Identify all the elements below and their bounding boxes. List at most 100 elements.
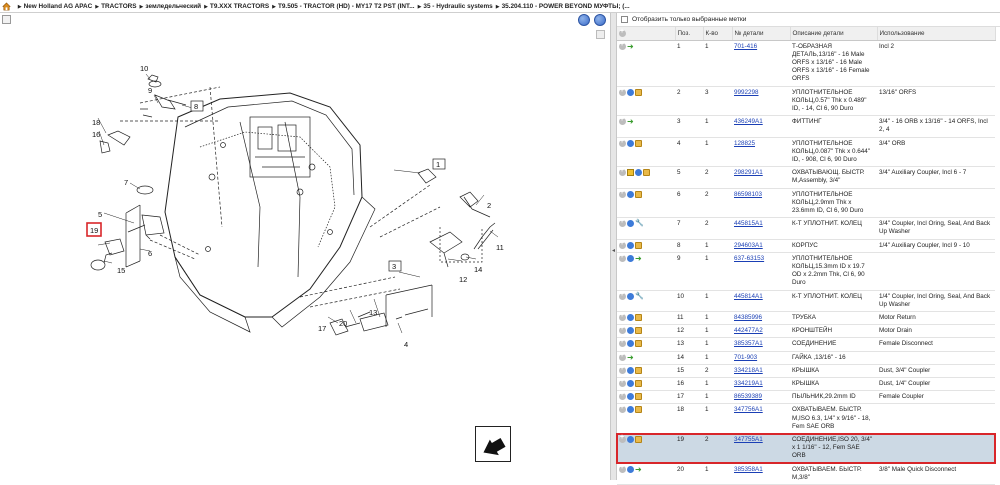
callout-7[interactable]: 7	[124, 178, 128, 187]
package-icon[interactable]	[635, 190, 642, 198]
breadcrumb-item[interactable]: New Holland AG APAC	[24, 3, 93, 10]
table-row[interactable]: 8 1 294603A1 КОРПУС 1/4" Auxiliary Coupler, …	[617, 239, 995, 253]
prev-page-icon[interactable]	[578, 14, 590, 26]
table-row[interactable]: 16 1 334219A1 КРЫШКА Dust, 1/4" Coupler	[617, 377, 995, 392]
substitute-arrow-icon[interactable]: ➜	[635, 254, 643, 262]
table-row[interactable]: 17 1 86539389 ПЫЛЬНИК,29.2mm ID Female Coupl…	[617, 390, 995, 405]
part-number-link[interactable]: 334218A1	[734, 367, 763, 374]
callout-12[interactable]: 12	[459, 275, 467, 284]
expand-icon[interactable]	[619, 167, 626, 177]
package-icon[interactable]	[635, 340, 642, 348]
package-icon[interactable]	[643, 169, 650, 177]
expand-icon[interactable]	[619, 189, 626, 198]
expand-icon[interactable]	[619, 464, 626, 473]
table-row[interactable]: 19 2 347755A1 СОЕДИНЕНИЕ,ISO 20, 3/4" x 1 1…	[616, 432, 996, 465]
part-number-link[interactable]: 445814A1	[734, 293, 763, 300]
home-icon[interactable]	[2, 2, 11, 11]
filter-checkbox[interactable]	[621, 16, 628, 23]
callout-19[interactable]: 19	[90, 226, 98, 235]
expand-icon[interactable]	[619, 338, 626, 348]
callout-3[interactable]: 3	[392, 262, 396, 271]
callout-5[interactable]: 5	[98, 210, 102, 219]
kit-icon[interactable]: 🔧	[635, 220, 644, 227]
collapse-icon[interactable]: ◂	[612, 247, 615, 254]
table-row[interactable]: ➜ 20 1 385358A1 ОХВАТЫВАЕМ. БЫСТР. М,3/8" 3/8…	[617, 463, 995, 485]
breadcrumb-item[interactable]: TRACTORS	[101, 3, 136, 10]
expand-icon[interactable]	[619, 116, 626, 126]
expand-all-icon[interactable]	[619, 28, 626, 37]
callout-18[interactable]: 18	[92, 118, 100, 127]
package-icon[interactable]	[635, 139, 642, 147]
part-number-link[interactable]: 334219A1	[734, 380, 763, 387]
expand-icon[interactable]	[619, 41, 626, 50]
part-number-link[interactable]: 294603A1	[734, 242, 763, 249]
expand-icon[interactable]	[619, 365, 626, 374]
table-row[interactable]: ➜ 1 1 701-416 Т-ОБРАЗНАЯ ДЕТАЛЬ,13/16" - 16 …	[617, 40, 995, 87]
info-icon[interactable]	[627, 190, 634, 198]
expand-icon[interactable]	[619, 404, 626, 414]
table-row[interactable]: ➜ 14 1 701-903 ГАЙКА ,13/16" - 16	[617, 351, 995, 365]
part-number-link[interactable]: 445815A1	[734, 220, 763, 227]
expand-icon[interactable]	[619, 391, 626, 401]
info-icon[interactable]	[627, 139, 634, 147]
table-row[interactable]: 12 1 442477A2 КРОНШТЕЙН Motor Drain	[617, 324, 995, 339]
breadcrumb-item[interactable]: 35 - Hydraulic systems	[423, 3, 492, 10]
header-expand-cell[interactable]	[617, 27, 676, 41]
package-icon[interactable]	[635, 313, 642, 321]
table-row[interactable]: 🔧 10 1 445814A1 К-Т УПЛОТНИТ. КОЛЕЦ 1/4" Coup…	[617, 290, 995, 312]
substitute-arrow-icon[interactable]: ➜	[627, 353, 635, 361]
info-icon[interactable]	[627, 393, 634, 401]
table-row[interactable]: ➜ 9 1 637-63153 УПЛОТНИТЕЛЬНОЕ КОЛЬЦ,15.3mm …	[617, 252, 995, 291]
expand-icon[interactable]	[2, 15, 11, 24]
breadcrumb-item[interactable]: T9.505 - TRACTOR (HD) - MY17 T2 PST (INT…	[278, 3, 415, 10]
info-icon[interactable]	[627, 380, 634, 387]
info-icon[interactable]	[627, 241, 634, 249]
substitute-arrow-icon[interactable]: ➜	[627, 42, 635, 50]
info-icon[interactable]	[627, 220, 634, 228]
callout-8[interactable]: 8	[194, 102, 198, 111]
callout-11[interactable]: 11	[496, 243, 504, 252]
part-number-link[interactable]: 385358A1	[734, 466, 763, 473]
expand-icon[interactable]	[619, 312, 626, 321]
part-number-link[interactable]: 637-63153	[734, 255, 764, 262]
part-number-link[interactable]: 86598103	[734, 191, 762, 198]
expand-icon[interactable]	[619, 253, 626, 262]
callout-10[interactable]: 10	[140, 64, 148, 73]
package-icon[interactable]	[635, 241, 642, 249]
table-row[interactable]: 5 2 298291A1 ОХВАТЫВАЮЩ. БЫСТР. М,Assembly,…	[617, 166, 995, 189]
callout-17[interactable]: 17	[318, 324, 326, 333]
info-icon[interactable]	[627, 292, 634, 300]
info-icon[interactable]	[627, 366, 634, 374]
table-row[interactable]: ➜ 3 1 436249A1 ФИТТИНГ 3/4" - 16 ORB x 13/16"…	[617, 115, 995, 138]
expand-icon[interactable]	[619, 218, 626, 228]
callout-13[interactable]: 13	[369, 308, 377, 317]
part-number-link[interactable]: 86539389	[734, 393, 762, 400]
table-row[interactable]: 11184385996ТРУБКАMotor Return	[617, 311, 995, 326]
callout-14[interactable]: 14	[474, 265, 482, 274]
part-number-link[interactable]: 436249A1	[734, 118, 763, 125]
next-page-icon[interactable]	[594, 14, 606, 26]
expand-icon[interactable]	[619, 87, 626, 96]
expand-icon[interactable]	[619, 240, 626, 249]
info-icon[interactable]	[627, 327, 634, 335]
info-icon[interactable]	[627, 254, 634, 262]
part-number-link[interactable]: 701-416	[734, 43, 757, 50]
part-number-link[interactable]: 347755A1	[734, 436, 763, 443]
expand-icon[interactable]	[619, 325, 626, 335]
table-row[interactable]: 2 3 9992298 УПЛОТНИТЕЛЬНОЕ КОЛЬЦ,0.57" Thk …	[617, 86, 995, 117]
package-icon[interactable]	[635, 436, 642, 444]
back-arrow-icon[interactable]	[475, 426, 511, 462]
substitute-arrow-icon[interactable]: ➜	[635, 465, 643, 473]
kit-icon[interactable]: 🔧	[635, 293, 644, 300]
info-icon[interactable]	[627, 436, 634, 444]
expand-icon[interactable]	[619, 352, 626, 361]
callout-15[interactable]: 15	[117, 266, 125, 275]
info-icon[interactable]	[635, 169, 642, 177]
info-icon[interactable]	[627, 340, 634, 348]
callout-6[interactable]: 6	[148, 249, 152, 258]
breadcrumb-item[interactable]: земледельческий	[145, 3, 201, 10]
part-number-link[interactable]: 385357A1	[734, 340, 763, 347]
package-icon[interactable]	[635, 327, 642, 335]
callout-2[interactable]: 2	[487, 201, 491, 210]
info-icon[interactable]	[627, 88, 634, 96]
